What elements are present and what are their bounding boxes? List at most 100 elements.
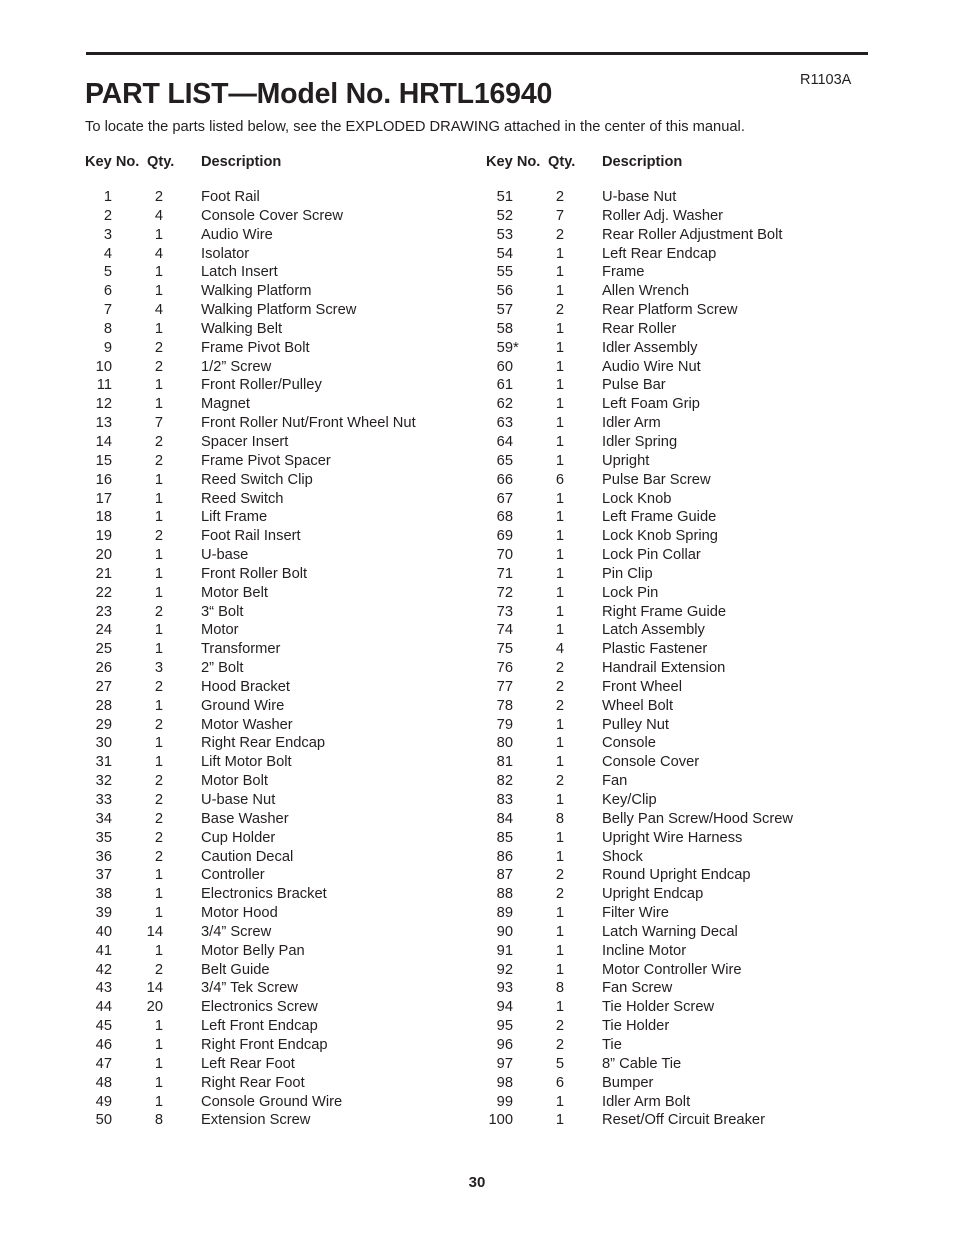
cell-quantity: 2 — [555, 1018, 564, 1035]
header-key-no-left: Key No. — [85, 154, 140, 170]
table-row: 7 4 Walking Platform Screw — [0, 301, 470, 320]
table-row: 29 2 Motor Washer — [0, 716, 470, 735]
cell-quantity: 1 — [555, 792, 564, 808]
table-row: 48 1 Right Rear Foot — [0, 1074, 470, 1093]
table-row: 80 1 Console — [401, 734, 901, 753]
cell-quantity: 1 — [154, 886, 163, 903]
cell-quantity: 2 — [154, 339, 163, 356]
part-rows-left: 1 2 Foot Rail 2 4 Console Cover Screw 3 1 Audio … — [0, 188, 470, 1130]
cell-key-no: 99 — [496, 1093, 513, 1110]
cell-quantity: 14 — [146, 923, 163, 940]
table-row: 91 1 Incline Motor — [401, 942, 901, 961]
cell-quantity: 2 — [154, 528, 163, 545]
cell-key-no: 15 — [95, 452, 112, 469]
cell-description: Walking Belt — [201, 320, 283, 337]
cell-key-no: 49 — [95, 1093, 112, 1110]
cell-quantity: 2 — [555, 867, 564, 884]
table-row: 22 1 Motor Belt — [0, 584, 470, 603]
cell-quantity: 1 — [154, 1074, 163, 1091]
cell-key-no: 78 — [496, 697, 513, 714]
table-row: 82 2 Fan — [401, 772, 901, 791]
cell-description: Reed Switch Clip — [201, 471, 313, 488]
cell-description: Motor Bolt — [201, 773, 268, 790]
cell-key-no: 83 — [496, 792, 513, 808]
cell-description: Console Ground Wire — [201, 1093, 343, 1110]
cell-description: Idler Arm — [602, 415, 661, 432]
intro-text: To locate the parts listed below, see th… — [85, 119, 745, 135]
cell-description: Tie Holder — [602, 1018, 670, 1035]
table-row: 37 1 Controller — [0, 866, 470, 885]
cell-quantity: 2 — [154, 961, 163, 978]
table-row: 75 4 Plastic Fastener — [401, 640, 901, 659]
cell-description: Motor — [201, 622, 239, 639]
table-row: 45 1 Left Front Endcap — [0, 1017, 470, 1036]
cell-description: Roller Adj. Washer — [602, 207, 724, 224]
cell-description: Belly Pan Screw/Hood Screw — [602, 810, 794, 827]
table-row: 69 1 Lock Knob Spring — [401, 527, 901, 546]
cell-key-no: 8 — [103, 320, 112, 337]
cell-key-no: 85 — [496, 829, 513, 846]
cell-quantity: 2 — [555, 302, 564, 319]
cell-key-no: 95 — [496, 1018, 513, 1035]
cell-quantity: 1 — [555, 716, 564, 733]
table-row: 9 2 Frame Pivot Bolt — [0, 339, 470, 358]
cell-quantity: 3 — [154, 660, 163, 677]
cell-quantity: 1 — [154, 509, 163, 526]
cell-quantity: 2 — [555, 697, 564, 714]
cell-quantity: 1 — [154, 754, 163, 771]
cell-quantity: 2 — [555, 189, 564, 205]
table-row: 84 8 Belly Pan Screw/Hood Screw — [401, 810, 901, 829]
table-row: 52 7 Roller Adj. Washer — [401, 207, 901, 226]
cell-description: Console — [602, 735, 656, 752]
cell-quantity: 2 — [154, 603, 163, 620]
cell-quantity: 1 — [555, 528, 564, 545]
cell-key-no: 71 — [496, 565, 513, 582]
cell-description: Upright Wire Harness — [602, 829, 743, 846]
cell-description: Console Cover Screw — [201, 207, 344, 224]
cell-description: Rear Roller — [602, 320, 677, 337]
cell-quantity: 1 — [555, 490, 564, 507]
cell-key-no: 50 — [95, 1112, 112, 1129]
cell-description: Idler Spring — [602, 433, 678, 450]
cell-quantity: 1 — [555, 1112, 564, 1129]
cell-key-no: 35 — [95, 829, 112, 846]
cell-description: Transformer — [201, 641, 281, 658]
table-row: 72 1 Lock Pin — [401, 584, 901, 603]
cell-description: Rear Platform Screw — [602, 302, 738, 319]
cell-key-no: 44 — [95, 999, 112, 1016]
cell-key-no: 98 — [496, 1074, 513, 1091]
cell-description: Frame Pivot Spacer — [201, 452, 331, 469]
cell-quantity: 1 — [555, 754, 564, 771]
table-row: 23 2 3“ Bolt — [0, 603, 470, 622]
cell-description: Latch Assembly — [602, 622, 705, 639]
cell-description: Motor Belt — [201, 584, 268, 601]
cell-quantity: 2 — [154, 773, 163, 790]
cell-quantity: 2 — [154, 810, 163, 827]
cell-description: Frame Pivot Bolt — [201, 339, 310, 356]
table-row: 17 1 Reed Switch — [0, 490, 470, 509]
cell-quantity: 1 — [555, 283, 564, 300]
cell-key-no: 57 — [496, 302, 513, 319]
cell-quantity: 1 — [555, 396, 564, 413]
table-row: 50 8 Extension Screw — [0, 1111, 470, 1130]
cell-key-no: 70 — [496, 547, 513, 564]
cell-quantity: 1 — [555, 1093, 564, 1110]
table-row: 61 1 Pulse Bar — [401, 376, 901, 395]
cell-key-no: 42 — [95, 961, 112, 978]
cell-description: Lock Knob Spring — [602, 528, 718, 545]
cell-quantity: 6 — [555, 1074, 564, 1091]
table-row: 15 2 Frame Pivot Spacer — [0, 452, 470, 471]
cell-key-no: 74 — [496, 622, 513, 639]
table-row: 68 1 Left Frame Guide — [401, 508, 901, 527]
cell-key-no: 12 — [95, 396, 112, 413]
cell-quantity: 1 — [555, 961, 564, 978]
table-row: 38 1 Electronics Bracket — [0, 885, 470, 904]
cell-key-no: 90 — [496, 923, 513, 940]
cell-description: Base Washer — [201, 810, 289, 827]
table-row: 79 1 Pulley Nut — [401, 716, 901, 735]
cell-description: 2” Bolt — [201, 660, 244, 677]
cell-key-no: 38 — [95, 886, 112, 903]
cell-key-no: 62 — [496, 396, 513, 413]
table-row: 1 2 Foot Rail — [0, 188, 470, 207]
cell-key-no: 63 — [496, 415, 513, 432]
